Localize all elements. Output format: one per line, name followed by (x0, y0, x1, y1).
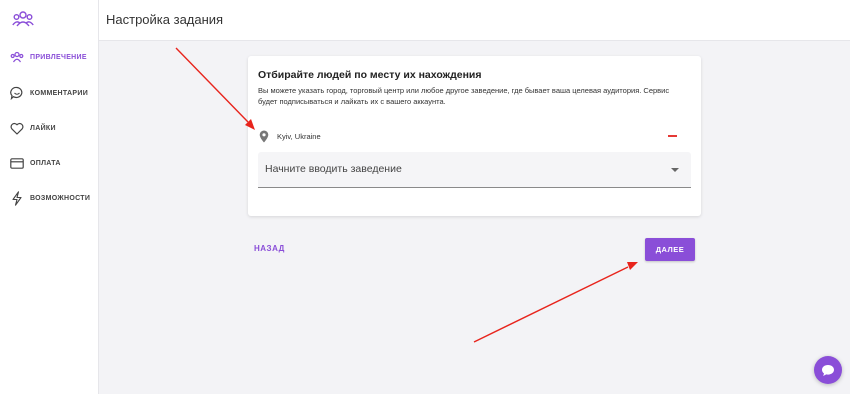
people-icon (10, 50, 24, 64)
sidebar-item-features[interactable]: ВОЗМОЖНОСТИ (10, 189, 90, 207)
sidebar: ПРИВЛЕЧЕНИЕ КОММЕНТАРИИ ЛАЙКИ ОПЛАТА ВОЗ… (0, 0, 99, 394)
chat-button[interactable] (814, 356, 842, 384)
location-row: Kyiv, Ukraine (258, 128, 691, 144)
page-title: Настройка задания (106, 12, 224, 27)
sidebar-item-label: ВОЗМОЖНОСТИ (30, 194, 91, 202)
location-pin-icon (258, 129, 270, 143)
card-icon (10, 156, 24, 170)
location-value: Kyiv, Ukraine (277, 131, 321, 141)
header: Настройка задания (99, 0, 850, 41)
back-button[interactable]: НАЗАД (254, 244, 285, 253)
location-card: Отбирайте людей по месту их нахождения В… (248, 56, 701, 216)
sidebar-item-label: ОПЛАТА (30, 159, 61, 167)
sidebar-item-payment[interactable]: ОПЛАТА (10, 154, 61, 172)
sidebar-item-label: ЛАЙКИ (30, 124, 56, 132)
chevron-down-icon[interactable] (671, 168, 679, 172)
lightning-icon (10, 190, 24, 206)
next-button[interactable]: ДАЛЕЕ (645, 238, 695, 261)
sidebar-item-likes[interactable]: ЛАЙКИ (10, 119, 56, 137)
sidebar-item-comments[interactable]: КОММЕНТАРИИ (10, 84, 88, 102)
sidebar-item-attraction[interactable]: ПРИВЛЕЧЕНИЕ (10, 48, 87, 66)
sidebar-item-label: КОММЕНТАРИИ (30, 89, 89, 97)
annotation-arrow-location (175, 47, 255, 130)
sidebar-item-label: ПРИВЛЕЧЕНИЕ (30, 53, 87, 61)
venue-select-placeholder: Начните вводить заведение (265, 163, 402, 175)
people-group-icon[interactable] (12, 10, 34, 28)
venue-select[interactable]: Начните вводить заведение (258, 152, 691, 188)
heart-icon (10, 121, 24, 135)
remove-location-button[interactable] (668, 135, 677, 137)
card-title: Отбирайте людей по месту их нахождения (258, 69, 482, 81)
annotation-arrow-next (473, 262, 638, 343)
comment-icon (10, 86, 24, 100)
chat-bubble-icon (821, 364, 835, 377)
card-description: Вы можете указать город, торговый центр … (258, 86, 670, 106)
